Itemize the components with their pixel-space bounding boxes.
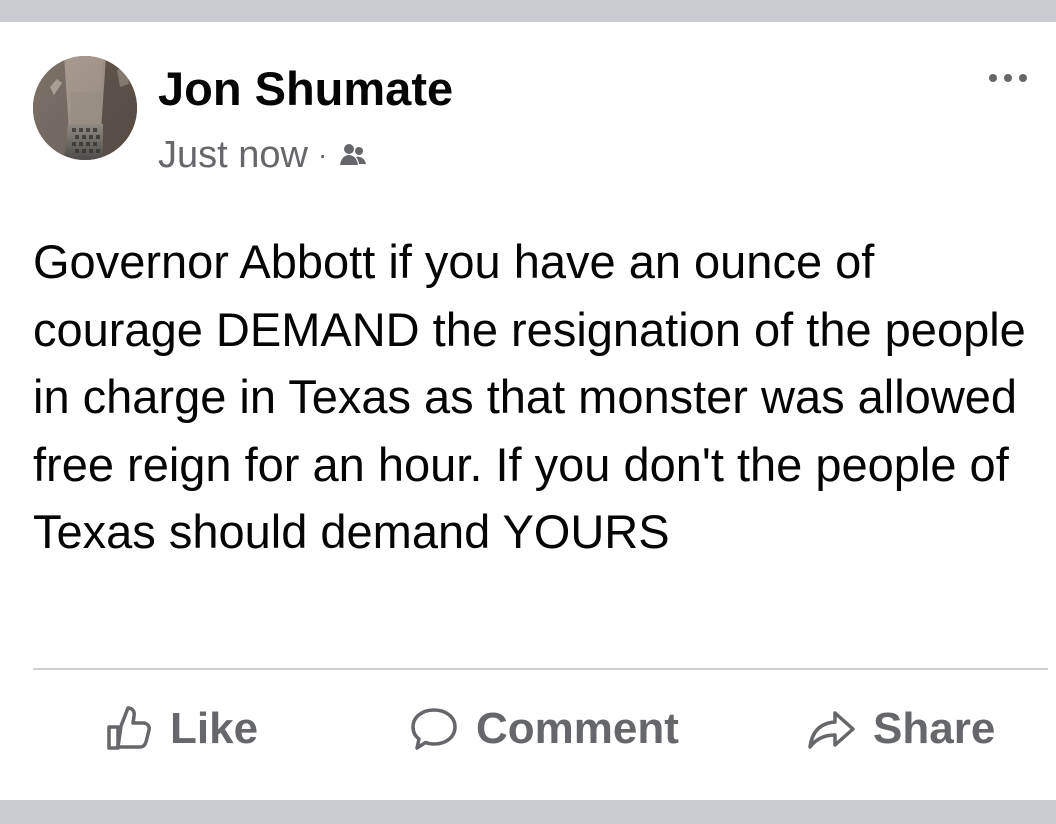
like-label: Like bbox=[170, 704, 259, 753]
profile-photo-image bbox=[33, 56, 137, 160]
friends-icon[interactable] bbox=[337, 140, 369, 172]
more-options-icon bbox=[989, 74, 1027, 82]
comment-button[interactable]: Comment bbox=[410, 696, 679, 762]
share-button[interactable]: Share bbox=[807, 696, 995, 762]
post-body: Governor Abbott if you have an ounce of … bbox=[33, 235, 1026, 558]
like-button[interactable]: Like bbox=[104, 696, 258, 762]
metadata-separator: · bbox=[317, 139, 328, 170]
comment-bubble-icon bbox=[411, 708, 457, 750]
post-metadata: Just now · bbox=[158, 133, 369, 177]
share-label: Share bbox=[873, 704, 996, 753]
post-actions: Like Comment Share bbox=[0, 696, 1056, 762]
author-name[interactable]: Jon Shumate bbox=[158, 61, 453, 117]
more-options-button[interactable] bbox=[982, 64, 1034, 92]
share-arrow-icon bbox=[808, 711, 855, 749]
action-divider bbox=[33, 668, 1048, 670]
post-timestamp[interactable]: Just now bbox=[158, 133, 308, 177]
thumbs-up-icon bbox=[107, 706, 151, 750]
author-avatar[interactable] bbox=[33, 56, 137, 160]
post-card: Jon Shumate Just now · Governor Abbott i… bbox=[0, 22, 1056, 800]
comment-label: Comment bbox=[476, 704, 679, 753]
